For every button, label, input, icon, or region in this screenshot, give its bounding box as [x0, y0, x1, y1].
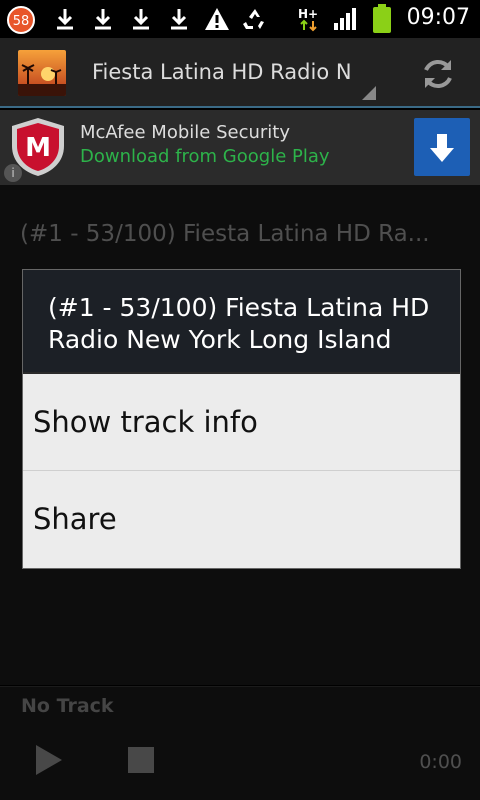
- ad-banner[interactable]: M McAfee Mobile Security Download from G…: [0, 110, 480, 185]
- ad-subtitle: Download from Google Play: [80, 146, 330, 167]
- clock: 09:07: [406, 5, 470, 30]
- download-icon: [133, 9, 149, 30]
- svg-text:58: 58: [13, 14, 30, 29]
- menu-item-label: Share: [33, 502, 117, 536]
- download-arrow-icon: [430, 134, 454, 162]
- context-menu-dialog: (#1 - 53/100) Fiesta Latina HD Radio New…: [22, 269, 461, 569]
- station-title[interactable]: Fiesta Latina HD Radio N: [92, 60, 354, 84]
- app-icon: [18, 50, 66, 96]
- notification-badge-icon: 58: [7, 6, 35, 34]
- dialog-header: (#1 - 53/100) Fiesta Latina HD Radio New…: [23, 270, 460, 374]
- download-icon: [95, 9, 111, 30]
- download-icon: [57, 9, 73, 30]
- menu-item-show-track-info[interactable]: Show track info: [23, 375, 460, 471]
- ad-download-button[interactable]: [414, 118, 470, 176]
- action-bar: Fiesta Latina HD Radio N: [0, 38, 480, 108]
- menu-item-label: Show track info: [33, 405, 258, 439]
- signal-icon: [334, 8, 356, 30]
- menu-item-share[interactable]: Share: [23, 472, 460, 568]
- ad-title: McAfee Mobile Security: [80, 122, 290, 143]
- refresh-icon[interactable]: [418, 54, 458, 94]
- svg-text:M: M: [25, 133, 51, 163]
- network-hplus-icon: H+: [298, 7, 318, 32]
- svg-text:H+: H+: [298, 7, 318, 21]
- warning-icon: [205, 8, 229, 30]
- download-icon: [171, 9, 187, 30]
- battery-icon: [373, 4, 391, 33]
- status-bar: 58 H+ 09:07: [0, 0, 480, 38]
- dialog-title: (#1 - 53/100) Fiesta Latina HD Radio New…: [48, 293, 430, 354]
- spinner-indicator-icon: [362, 86, 376, 100]
- recycle-icon: [243, 9, 264, 29]
- ad-info-icon[interactable]: i: [4, 164, 22, 182]
